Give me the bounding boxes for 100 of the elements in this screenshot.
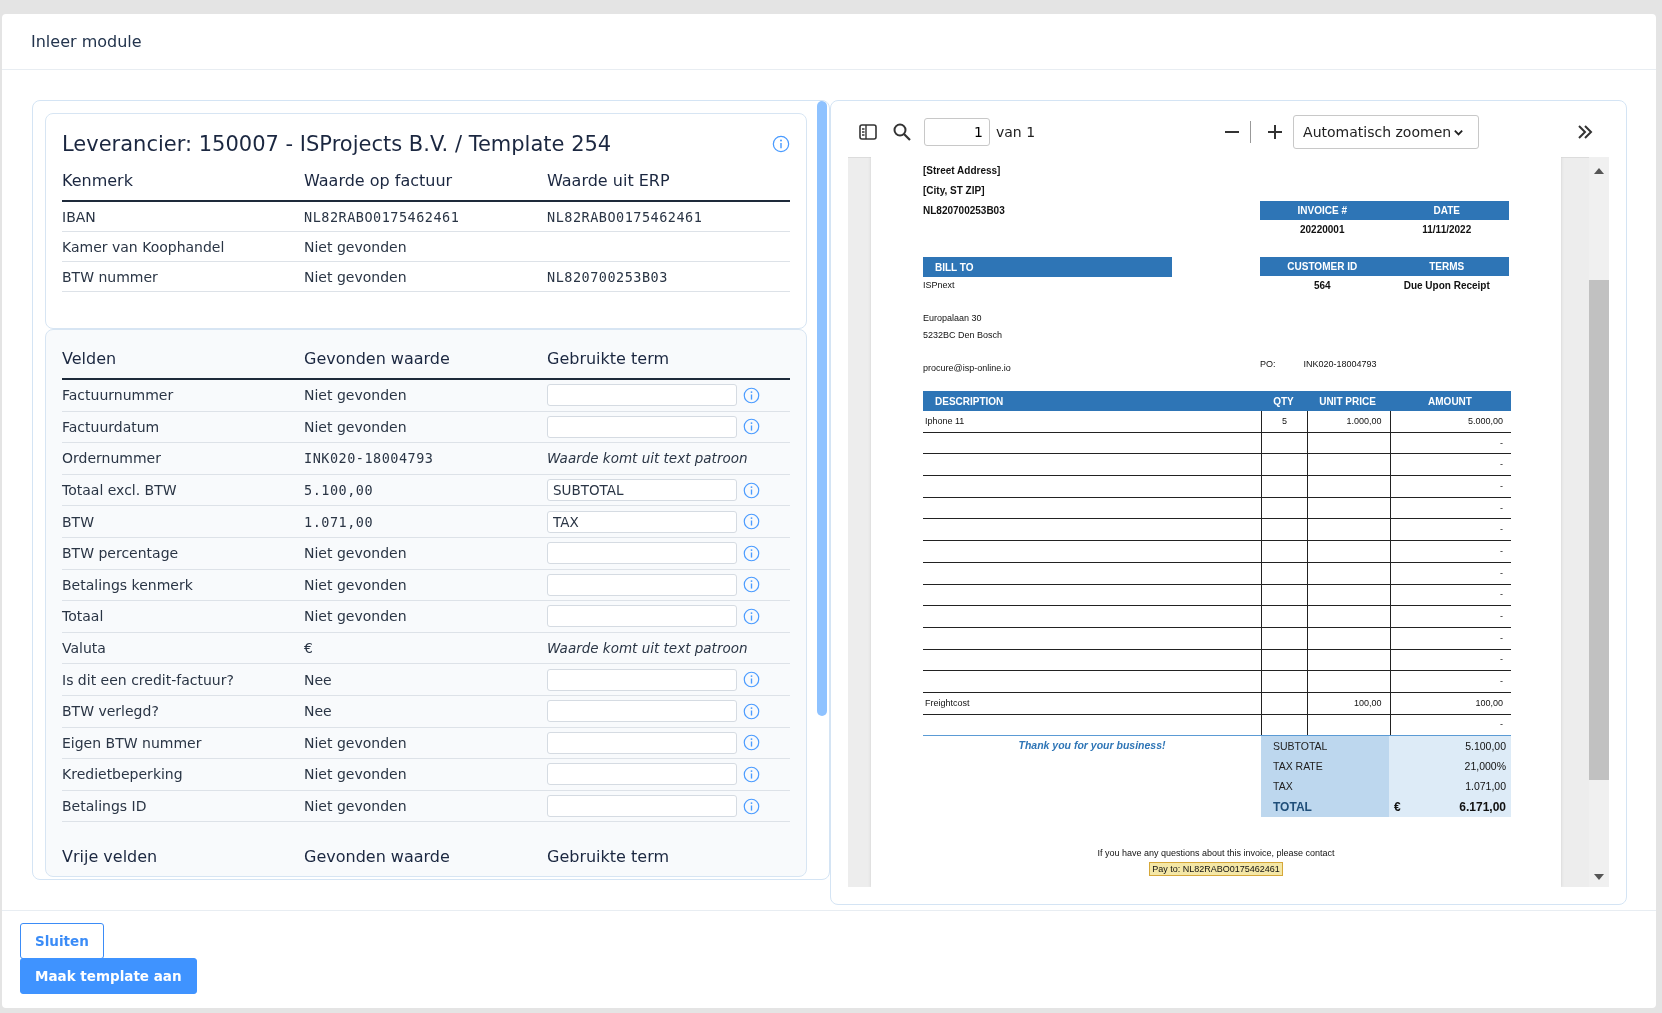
scroll-up-icon[interactable] [1594, 167, 1604, 175]
po-label: PO: [1260, 358, 1276, 371]
column-header: DESCRIPTION [934, 395, 1005, 407]
column-header: Waarde op factuur [304, 170, 453, 190]
term-field[interactable] [547, 731, 737, 754]
term-field[interactable] [547, 542, 737, 565]
table-cell-text: - [1500, 523, 1503, 537]
info-icon[interactable] [743, 607, 760, 625]
search-icon[interactable] [892, 122, 912, 142]
info-icon[interactable] [772, 135, 790, 153]
table-cell-text: - [1500, 436, 1503, 450]
term-field[interactable] [547, 668, 737, 691]
table-cell: INK020-18004793 [304, 450, 434, 467]
po-number: INK020-18004793 [1303, 358, 1377, 371]
table-cell-text: - [1500, 501, 1503, 515]
table-cell-text: Freightcost [925, 696, 970, 710]
address-line: Europalaan 30 [923, 312, 983, 325]
table-cell: Niet gevonden [304, 268, 407, 285]
table-cell: NL820700253B03 [547, 268, 668, 285]
table-cell: Niet gevonden [304, 576, 407, 593]
column-header: Waarde uit ERP [547, 170, 670, 190]
info-icon[interactable] [743, 576, 760, 594]
table-cell-text: 564 [1312, 279, 1332, 291]
table-cell-text: 5.000,00 [1467, 414, 1503, 428]
term-field[interactable] [547, 763, 737, 786]
table-cell-text: - [1500, 544, 1503, 558]
address-line: procure@isp-online.io [923, 362, 1012, 375]
table-cell: 5.100,00 [304, 482, 374, 499]
page-count: van 1 [996, 124, 1036, 140]
table-cell: Ordernummer [62, 450, 161, 467]
table-cell-text: Due Upon Receipt [1402, 279, 1491, 291]
window-title: Inleer module [31, 32, 142, 51]
table-cell: Totaal excl. BTW [62, 482, 177, 499]
table-cell: BTW verlegd? [62, 703, 159, 720]
table-cell: Factuurdatum [62, 418, 160, 435]
info-icon[interactable] [743, 671, 760, 689]
zoom-dropdown[interactable]: Automatisch zoomen [1293, 115, 1480, 149]
info-icon[interactable] [743, 513, 760, 531]
column-header: TERMS [1428, 261, 1466, 272]
column-header: Kenmerk [62, 170, 133, 190]
address-line: [City, ST ZIP] [923, 184, 986, 198]
info-icon[interactable] [743, 702, 760, 720]
contact-note: If you have any questions about this invoice, please contact [1097, 847, 1335, 861]
table-cell: Factuurnummer [62, 387, 174, 404]
table-cell: Niet gevonden [304, 608, 407, 625]
info-icon[interactable] [743, 481, 760, 499]
address-line: ISPnext [923, 279, 956, 292]
scroll-down-icon[interactable] [1594, 873, 1604, 881]
table-cell: € [304, 640, 313, 657]
total-label: TAX RATE [1261, 756, 1389, 777]
table-cell: Niet gevonden [304, 238, 407, 255]
term-field[interactable] [547, 384, 737, 407]
total-label: TOTAL [1261, 796, 1389, 818]
table-cell: Nee [304, 703, 332, 720]
total-label: SUBTOTAL [1261, 736, 1389, 757]
thank-you-note: Thank you for your business! [1018, 739, 1166, 752]
total-value: 21,000% [1464, 760, 1506, 773]
table-cell: Niet gevonden [304, 545, 407, 562]
info-icon[interactable] [743, 418, 760, 436]
table-cell: Kredietbeperking [62, 766, 183, 783]
column-header: Velden [62, 348, 117, 368]
table-cell: Betalings kenmerk [62, 576, 193, 593]
table-cell: Niet gevonden [304, 734, 407, 751]
sidebar-toggle-icon[interactable] [858, 122, 878, 142]
term-field[interactable] [547, 415, 737, 438]
table-cell: Totaal [62, 608, 104, 625]
page-number-field[interactable]: 1 [924, 118, 990, 146]
table-cell: NL82RABO0175462461 [547, 208, 703, 225]
term-field[interactable] [547, 700, 737, 723]
term-field[interactable] [547, 605, 737, 628]
info-icon[interactable] [743, 544, 760, 562]
table-cell-text: - [1500, 675, 1503, 689]
table-cell: 1.071,00 [304, 513, 374, 530]
column-header: UNIT PRICE [1318, 395, 1377, 407]
table-cell-text: 100,00 [1475, 696, 1503, 710]
table-cell-text: - [1500, 479, 1503, 493]
column-header: AMOUNT [1427, 395, 1473, 407]
address-line: 5232BC Den Bosch [923, 329, 1004, 342]
info-icon[interactable] [743, 734, 760, 752]
table-cell: Niet gevonden [304, 766, 407, 783]
term-field[interactable]: SUBTOTAL [547, 479, 737, 502]
column-header: DATE [1432, 205, 1461, 216]
term-field[interactable] [547, 795, 737, 817]
term-field[interactable]: TAX [547, 510, 737, 533]
scrollbar[interactable] [817, 101, 827, 716]
info-icon[interactable] [743, 765, 760, 783]
address-line: [Street Address] [923, 164, 1002, 178]
info-icon[interactable] [743, 386, 760, 404]
table-cell: Kamer van Koophandel [62, 238, 225, 255]
address-line: NL820700253B03 [923, 204, 1005, 218]
column-header: Gebruikte term [547, 348, 670, 368]
column-header: Vrije velden [62, 846, 158, 866]
table-cell: Niet gevonden [304, 798, 407, 814]
info-icon[interactable] [743, 797, 760, 815]
table-cell: BTW nummer [62, 268, 158, 285]
pattern-note: Waarde komt uit text patroon [547, 640, 748, 657]
term-field[interactable] [547, 573, 737, 596]
table-cell: BTW [62, 513, 94, 530]
column-header: Gebruikte term [547, 846, 670, 866]
column-header: Gevonden waarde [304, 846, 450, 866]
